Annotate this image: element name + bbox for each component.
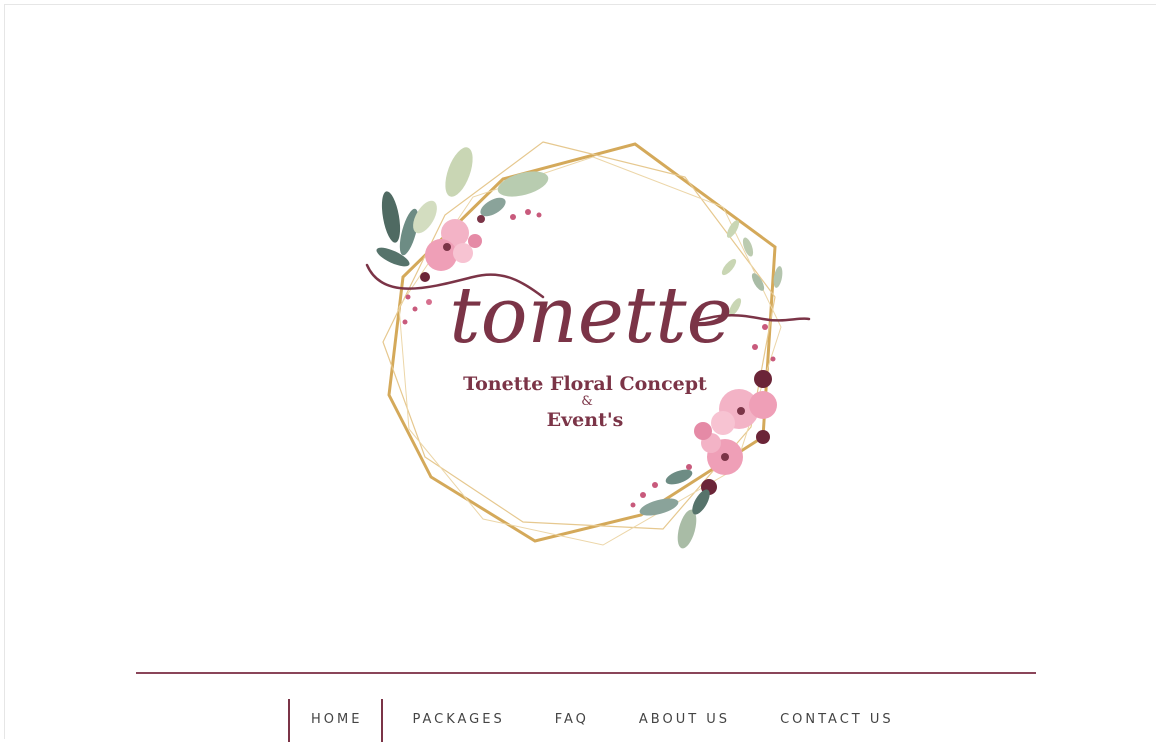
nav-item-about-us[interactable]: ABOUT US xyxy=(639,699,730,742)
page-frame: tonette Tonette Floral Concept & Event's… xyxy=(4,4,1156,742)
nav-item-contact-us[interactable]: CONTACT US xyxy=(780,699,894,742)
nav-item-faq[interactable]: FAQ xyxy=(555,699,589,742)
nav-item-packages[interactable]: PACKAGES xyxy=(412,699,504,742)
brand-script-wordmark: tonette xyxy=(449,271,733,361)
nav-item-home[interactable]: HOME xyxy=(288,699,384,742)
main-nav: HOME PACKAGES FAQ ABOUT US CONTACT US xyxy=(288,699,894,744)
site-logo[interactable]: tonette Tonette Floral Concept & Event's xyxy=(363,137,813,557)
brand-line-2: & xyxy=(581,394,593,409)
floral-frame-graphic: tonette Tonette Floral Concept & Event's xyxy=(365,141,811,549)
brand-line-1: Tonette Floral Concept xyxy=(463,373,707,395)
brand-line-3: Event's xyxy=(547,409,624,431)
header-divider xyxy=(136,672,1036,674)
